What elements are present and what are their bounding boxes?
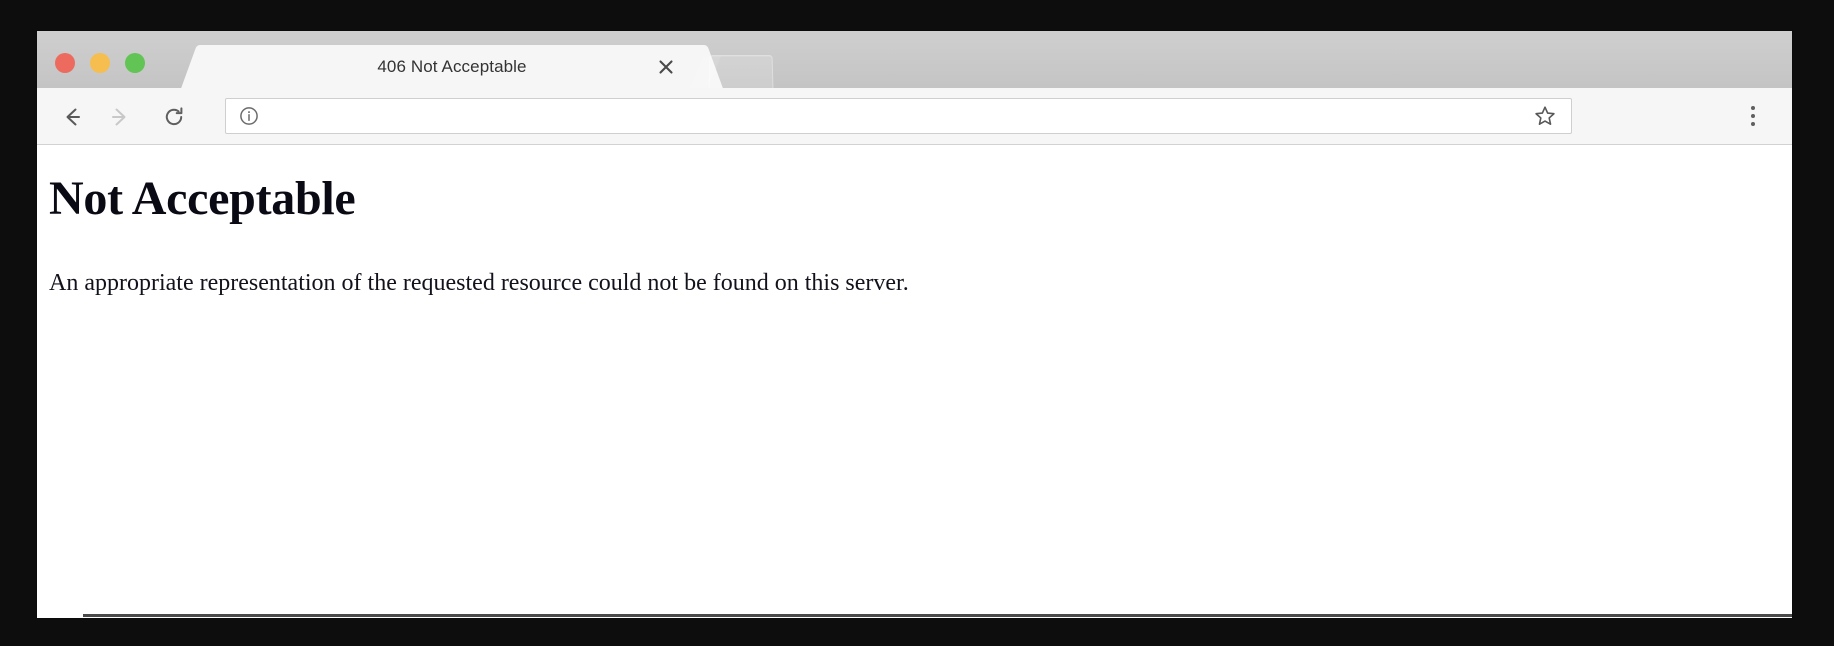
window-minimize-button[interactable] [90, 53, 110, 73]
info-circle-icon[interactable] [238, 105, 260, 127]
browser-window: 406 Not Acceptable Not Acceptable An app… [37, 31, 1792, 618]
forward-arrow-icon[interactable] [105, 102, 135, 132]
back-arrow-icon[interactable] [57, 102, 87, 132]
horizontal-rule [83, 614, 1792, 617]
address-bar[interactable] [225, 98, 1572, 134]
three-dot-menu-icon[interactable] [1737, 100, 1769, 132]
tab-title: 406 Not Acceptable [377, 57, 527, 76]
reload-icon[interactable] [159, 102, 189, 132]
window-close-button[interactable] [55, 53, 75, 73]
browser-toolbar [37, 88, 1792, 145]
browser-tab-active[interactable]: 406 Not Acceptable [207, 45, 697, 88]
page-title: Not Acceptable [49, 172, 356, 225]
star-outline-icon[interactable] [1533, 104, 1557, 128]
tab-strip: 406 Not Acceptable [37, 31, 1792, 90]
menu-dot [1751, 122, 1755, 126]
page-body-text: An appropriate representation of the req… [49, 269, 909, 296]
menu-dot [1751, 114, 1755, 118]
tab-close-icon[interactable] [655, 56, 677, 78]
window-maximize-button[interactable] [125, 53, 145, 73]
page-content: Not Acceptable An appropriate representa… [37, 145, 1792, 618]
window-controls [55, 53, 145, 73]
new-tab-button[interactable] [708, 55, 774, 90]
menu-dot [1751, 106, 1755, 110]
